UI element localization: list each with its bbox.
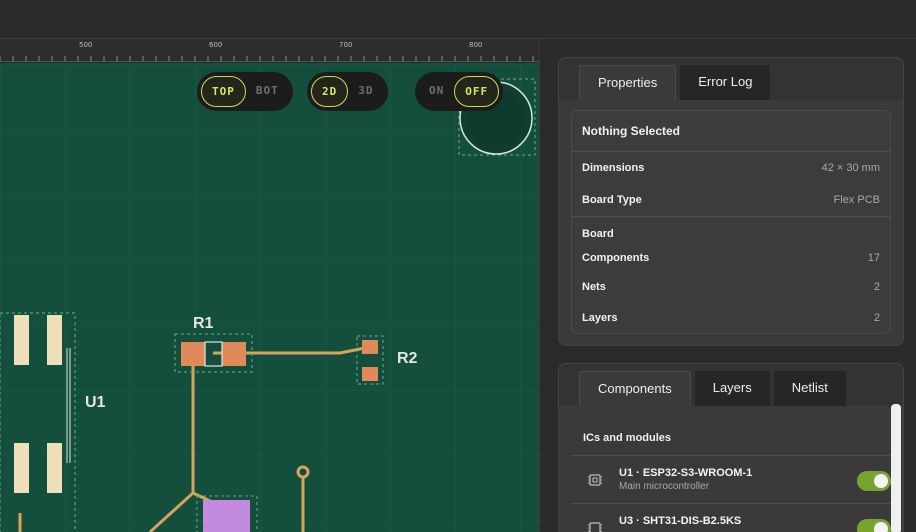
top-bar bbox=[0, 0, 916, 39]
property-value: 2 bbox=[873, 280, 880, 293]
u1-pad[interactable] bbox=[47, 315, 62, 365]
r2-pad[interactable] bbox=[362, 367, 378, 381]
toggle-knob bbox=[874, 522, 888, 532]
properties-title-row: Nothing Selected bbox=[572, 111, 890, 151]
property-row: Layers 2 bbox=[572, 302, 890, 333]
property-key: Layers bbox=[582, 311, 618, 324]
u1-pad[interactable] bbox=[14, 315, 29, 365]
property-key: Nets bbox=[582, 280, 606, 293]
ruler-tick-label: 600 bbox=[209, 41, 222, 49]
list-item[interactable]: U3 · SHT31-DIS-B2.5KS bbox=[571, 504, 891, 532]
horizontal-ruler: 500 600 700 800 bbox=[0, 39, 539, 62]
overlay-off-option[interactable]: OFF bbox=[454, 76, 500, 107]
property-row: Components 17 bbox=[572, 245, 890, 271]
property-row: Nets 2 bbox=[572, 271, 890, 302]
side-toggle[interactable]: TOP BOT bbox=[197, 72, 293, 111]
chip-icon bbox=[588, 474, 602, 486]
selection-title: Nothing Selected bbox=[582, 124, 681, 138]
property-value: Flex PCB bbox=[833, 193, 880, 206]
r1-pad[interactable] bbox=[181, 342, 205, 366]
component-description: Main microcontroller bbox=[619, 481, 710, 492]
dimension-toggle[interactable]: 2D 3D bbox=[307, 72, 388, 111]
overlay-toggle[interactable]: ON OFF bbox=[415, 72, 504, 111]
property-value: 17 bbox=[867, 252, 880, 264]
properties-card: Nothing Selected Dimensions 42 × 30 mm B… bbox=[571, 110, 891, 334]
component-list[interactable]: ICs and modules U1 · ESP32-S3-WROOM-1 Ma… bbox=[571, 406, 891, 532]
top-side-option[interactable]: TOP bbox=[201, 76, 246, 107]
board-grid bbox=[0, 63, 539, 532]
property-key: Board Type bbox=[582, 193, 642, 206]
property-key: Dimensions bbox=[582, 161, 645, 174]
r1-pad[interactable] bbox=[222, 342, 246, 366]
component-list-scrollbar[interactable] bbox=[891, 404, 901, 532]
chip-icon bbox=[588, 522, 602, 532]
component-group-header: ICs and modules bbox=[571, 406, 891, 456]
pcb-canvas[interactable] bbox=[0, 63, 539, 532]
toggle-knob bbox=[874, 474, 888, 488]
ruler-tick-label: 500 bbox=[79, 41, 92, 49]
2d-option[interactable]: 2D bbox=[311, 76, 349, 107]
tab-error-log[interactable]: Error Log bbox=[680, 65, 771, 100]
overlay-on-option[interactable]: ON bbox=[419, 76, 454, 107]
bottom-side-option[interactable]: BOT bbox=[246, 76, 289, 107]
r2-pad[interactable] bbox=[362, 340, 378, 354]
components-tabs: Components Layers Netlist bbox=[559, 364, 903, 406]
tab-layers[interactable]: Layers bbox=[694, 371, 770, 406]
section-header: Board bbox=[572, 217, 890, 245]
board-drawing[interactable] bbox=[0, 63, 539, 532]
property-row: Board Type Flex PCB bbox=[572, 183, 890, 216]
components-panel: Components Layers Netlist ICs and module… bbox=[558, 363, 904, 532]
r2-label: R2 bbox=[397, 350, 418, 367]
ruler-tick-label: 700 bbox=[339, 41, 352, 49]
u1-pad[interactable] bbox=[14, 443, 29, 493]
component-visibility-toggle[interactable] bbox=[857, 519, 891, 532]
property-key: Components bbox=[582, 252, 650, 264]
component-visibility-toggle[interactable] bbox=[857, 471, 891, 491]
ruler-tick-label: 800 bbox=[469, 41, 482, 49]
property-value: 42 × 30 mm bbox=[821, 161, 880, 174]
properties-tabs: Properties Error Log bbox=[559, 58, 903, 100]
tab-properties[interactable]: Properties bbox=[579, 65, 677, 100]
list-item[interactable]: U1 · ESP32-S3-WROOM-1 Main microcontroll… bbox=[571, 456, 891, 504]
section-title: Board bbox=[582, 228, 614, 240]
3d-option[interactable]: 3D bbox=[348, 76, 383, 107]
tab-netlist[interactable]: Netlist bbox=[773, 371, 846, 406]
r1-label: R1 bbox=[193, 315, 214, 332]
u1-pad[interactable] bbox=[47, 443, 62, 493]
ruler-ticks: 500 600 700 800 bbox=[0, 41, 534, 61]
property-value: 2 bbox=[873, 311, 880, 324]
c1-body[interactable] bbox=[203, 500, 250, 532]
pcb-editor: 500 600 700 800 R1 R2 U1 TOP BOT 2D 3D O… bbox=[0, 0, 916, 532]
component-name: U1 · ESP32-S3-WROOM-1 bbox=[619, 467, 753, 479]
u1-label: U1 bbox=[85, 394, 106, 411]
component-name: U3 · SHT31-DIS-B2.5KS bbox=[619, 515, 742, 527]
property-row: Dimensions 42 × 30 mm bbox=[572, 152, 890, 183]
properties-panel: Properties Error Log Nothing Selected Di… bbox=[558, 57, 904, 346]
tab-components[interactable]: Components bbox=[579, 371, 691, 406]
